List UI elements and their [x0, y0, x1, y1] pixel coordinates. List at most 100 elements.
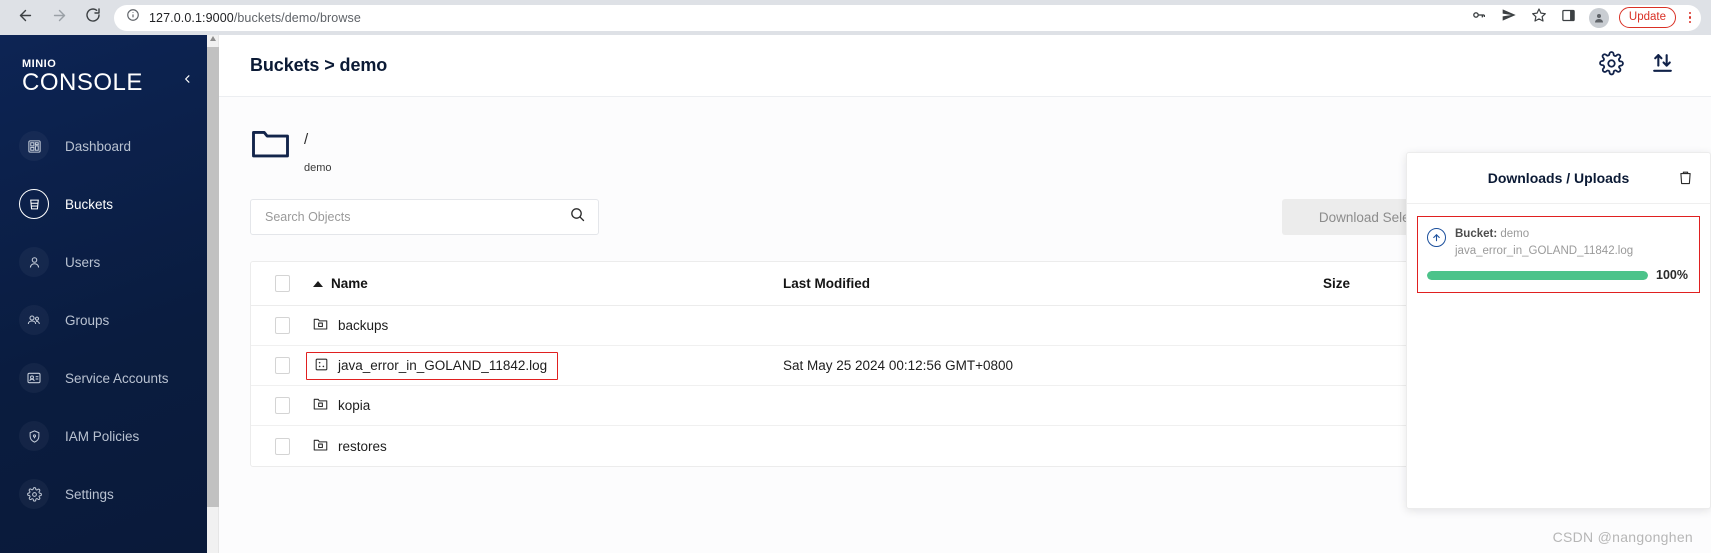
- row-checkbox[interactable]: [274, 357, 290, 374]
- file-icon: [314, 357, 329, 375]
- profile-button[interactable]: [1585, 4, 1613, 32]
- transfer-item[interactable]: Bucket: demo java_error_in_GOLAND_11842.…: [1417, 216, 1700, 294]
- path-separator: /: [304, 131, 309, 148]
- bucket-name-label: demo: [304, 162, 332, 174]
- row-checkbox[interactable]: [274, 397, 290, 414]
- sidebar-item-users[interactable]: Users: [0, 233, 207, 291]
- side-panel-button[interactable]: [1555, 4, 1583, 32]
- scrollbar-thumb[interactable]: [207, 47, 219, 507]
- browser-menu-button[interactable]: [1679, 4, 1701, 32]
- watermark: CSDN @nangonghen: [1552, 529, 1693, 545]
- row-name-label: backups: [338, 318, 389, 333]
- row-name-cell[interactable]: java_error_in_GOLAND_11842.log: [306, 351, 783, 380]
- sidebar-item-label: Service Accounts: [65, 370, 169, 386]
- back-arrow-icon: [17, 7, 34, 29]
- logo-console-text: CONSOLE: [22, 69, 143, 96]
- row-name-cell[interactable]: kopia: [313, 397, 783, 414]
- main-content: Buckets > demo / demo Search Objects Dow…: [219, 35, 1711, 553]
- row-checkbox-cell[interactable]: [251, 357, 313, 374]
- search-input[interactable]: [265, 210, 569, 224]
- site-info-icon[interactable]: [126, 8, 140, 27]
- table-row[interactable]: java_error_in_GOLAND_11842.log Sat May 2…: [251, 346, 1589, 386]
- vertical-dots-icon: [1688, 11, 1692, 15]
- sidebar-item-dashboard[interactable]: Dashboard: [0, 117, 207, 175]
- bookmark-button[interactable]: [1525, 4, 1553, 32]
- row-checkbox[interactable]: [274, 317, 290, 334]
- progress-percent-label: 100%: [1656, 268, 1688, 283]
- profile-avatar-icon: [1588, 7, 1609, 28]
- folder-icon: [313, 317, 328, 334]
- gear-icon[interactable]: [1599, 50, 1624, 81]
- address-bar[interactable]: 127.0.0.1:9000/buckets/demo/browse: [114, 4, 1701, 31]
- transfer-item-texts: Bucket: demo java_error_in_GOLAND_11842.…: [1455, 226, 1633, 259]
- transfer-file-name: java_error_in_GOLAND_11842.log: [1455, 244, 1634, 257]
- row-name-label: restores: [338, 438, 387, 454]
- select-all-checkbox-cell[interactable]: [251, 275, 313, 292]
- sidebar-item-groups[interactable]: Groups: [0, 291, 207, 349]
- search-objects-box[interactable]: [250, 199, 599, 235]
- column-header-name[interactable]: Name: [313, 276, 783, 291]
- transfer-item-info: Bucket: demo java_error_in_GOLAND_11842.…: [1427, 226, 1688, 259]
- table-header-row: Name Last Modified Size: [251, 262, 1589, 306]
- downloads-panel-header: Downloads / Uploads: [1407, 153, 1710, 204]
- sidebar-item-service-accounts[interactable]: Service Accounts: [0, 349, 207, 407]
- scroll-up-arrow-icon[interactable]: [210, 36, 216, 41]
- password-manager-button[interactable]: [1465, 4, 1493, 32]
- trash-icon[interactable]: [1677, 169, 1694, 191]
- sidebar-item-settings[interactable]: Settings: [0, 465, 207, 523]
- row-name-label: kopia: [338, 398, 371, 413]
- row-checkbox-cell[interactable]: [251, 397, 313, 414]
- star-icon: [1531, 7, 1547, 28]
- column-header-last-modified[interactable]: Last Modified: [783, 276, 1323, 291]
- share-button[interactable]: [1495, 4, 1523, 32]
- transfer-progress-row: 100%: [1427, 268, 1688, 282]
- row-name-cell[interactable]: backups: [313, 317, 783, 334]
- row-checkbox-cell[interactable]: [251, 437, 313, 455]
- side-panel-icon: [1561, 8, 1576, 28]
- downloads-uploads-panel: Downloads / Uploads Bucket: demo java_er…: [1406, 152, 1711, 509]
- user-icon: [19, 247, 49, 278]
- folder-icon: [250, 127, 291, 166]
- browser-toolbar-icons: Update: [1465, 0, 1701, 35]
- transfer-bucket-name: demo: [1500, 228, 1530, 240]
- forward-button[interactable]: [44, 3, 74, 33]
- sidebar-item-label: Users: [65, 254, 101, 270]
- sidebar-nav: Dashboard Buckets Users Groups Service A…: [0, 117, 207, 523]
- sidebar-item-label: Groups: [65, 312, 110, 328]
- sidebar-item-label: Settings: [65, 486, 114, 502]
- back-button[interactable]: [10, 3, 40, 33]
- table-row[interactable]: restores: [251, 426, 1589, 466]
- sort-ascending-caret-icon: [313, 280, 323, 287]
- downloads-panel-title: Downloads / Uploads: [1487, 170, 1630, 186]
- transfer-bucket-label: Bucket:: [1455, 228, 1498, 240]
- highlighted-object-name[interactable]: java_error_in_GOLAND_11842.log: [306, 351, 559, 380]
- row-name-cell[interactable]: restores: [313, 438, 783, 455]
- upload-download-icon[interactable]: [1650, 51, 1675, 81]
- key-icon: [1471, 7, 1487, 28]
- search-icon[interactable]: [569, 206, 586, 228]
- update-button[interactable]: Update: [1618, 7, 1676, 28]
- browser-nav-buttons: [10, 3, 108, 33]
- page-scrollbar[interactable]: [207, 35, 219, 553]
- browser-toolbar: 127.0.0.1:9000/buckets/demo/browse Updat…: [0, 0, 1711, 35]
- column-header-name-label: Name: [331, 276, 368, 291]
- reload-icon: [85, 7, 101, 28]
- sidebar-item-buckets[interactable]: Buckets: [0, 175, 207, 233]
- console-logo: MINIO CONSOLE: [0, 53, 207, 95]
- row-checkbox[interactable]: [274, 437, 290, 455]
- row-checkbox-cell[interactable]: [251, 317, 313, 334]
- table-row[interactable]: kopia: [251, 386, 1589, 426]
- folder-icon: [313, 397, 328, 414]
- select-all-checkbox[interactable]: [274, 275, 290, 292]
- dashboard-icon: [19, 131, 49, 162]
- row-last-modified: Sat May 25 2024 00:12:56 GMT+0800: [783, 358, 1014, 373]
- sidebar-item-iam-policies[interactable]: IAM Policies: [0, 407, 207, 465]
- table-row[interactable]: backups: [251, 306, 1589, 346]
- reload-button[interactable]: [78, 3, 108, 33]
- breadcrumb: Buckets > demo: [250, 55, 388, 75]
- progress-bar: [1427, 270, 1649, 280]
- folder-icon: [313, 438, 328, 455]
- upload-arrow-circle-icon: [1427, 228, 1446, 247]
- gear-icon: [19, 479, 49, 510]
- sidebar-collapse-button[interactable]: [182, 71, 193, 90]
